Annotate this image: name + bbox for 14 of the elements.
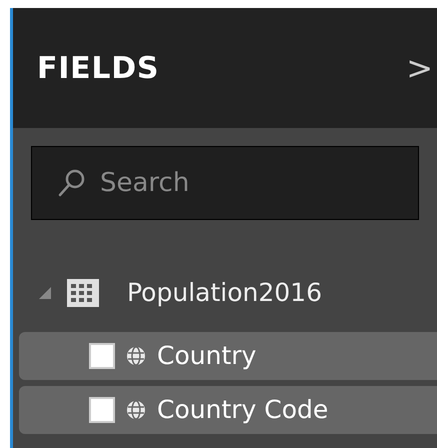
table-item[interactable]: Population2016 [13, 260, 437, 326]
collapse-button[interactable]: > [406, 52, 433, 84]
globe-icon [125, 345, 147, 367]
field-name: Country [157, 340, 256, 372]
field-item[interactable]: Country Code [19, 386, 437, 434]
table-name: Population2016 [127, 277, 322, 310]
globe-icon [125, 399, 147, 421]
field-item[interactable]: Country [19, 332, 437, 380]
field-checkbox[interactable] [89, 397, 115, 423]
table-icon [67, 279, 99, 307]
field-checkbox[interactable] [89, 343, 115, 369]
field-name: Country Code [157, 394, 328, 426]
panel-title: FIELDS [37, 50, 160, 88]
search-field[interactable]: Search [31, 146, 419, 220]
